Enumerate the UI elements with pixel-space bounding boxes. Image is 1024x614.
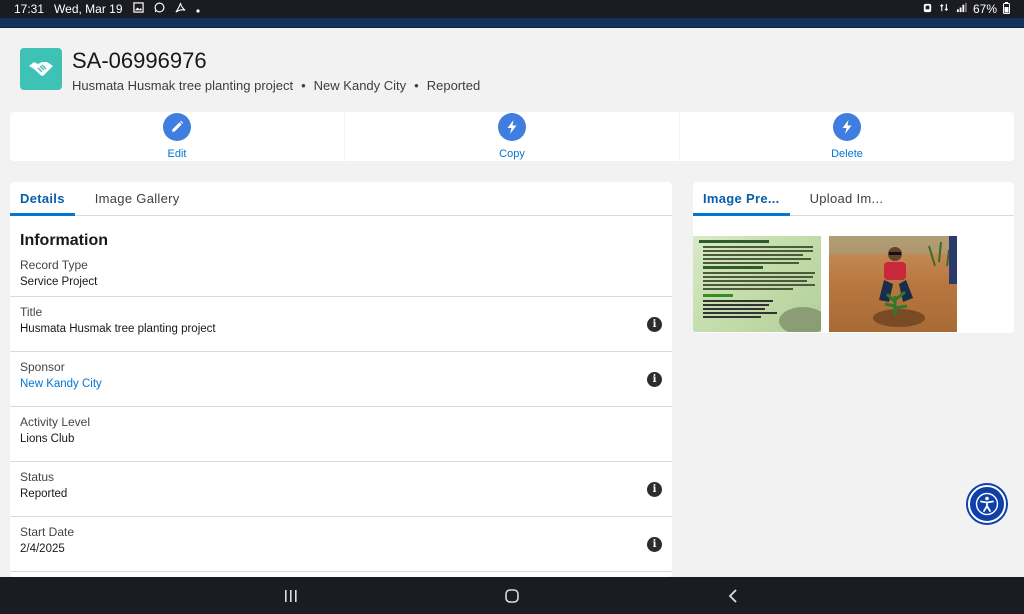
field-sponsor: Sponsor New Kandy City i <box>10 352 672 407</box>
system-navigation-bar <box>0 577 1024 614</box>
image-thumbnail-planting-photo[interactable] <box>829 236 957 332</box>
alarm-icon <box>922 2 933 16</box>
record-header: SA-06996976 Husmata Husmak tree planting… <box>0 28 1024 112</box>
record-subtitle: Husmata Husmak tree planting project • N… <box>72 78 480 93</box>
field-value: Lions Club <box>20 433 75 445</box>
subtitle-separator: • <box>301 78 306 93</box>
battery-percent: 67% <box>972 2 997 16</box>
field-label: Activity Level <box>20 415 91 429</box>
app-header-band <box>0 18 1024 28</box>
field-label: Title <box>20 305 43 319</box>
image-thumbnails <box>693 216 1014 332</box>
back-icon <box>729 588 737 603</box>
pdf-notification-icon <box>174 2 186 16</box>
tab-upload-image[interactable]: Upload Im... <box>800 182 894 215</box>
lightning-icon <box>833 113 861 141</box>
info-icon[interactable]: i <box>647 372 662 387</box>
subtitle-separator: • <box>414 78 419 93</box>
image-card: Image Pre... Upload Im... <box>693 182 1014 333</box>
field-activity-level: Activity Level Lions Club <box>10 407 672 462</box>
image-tabs: Image Pre... Upload Im... <box>693 182 1014 216</box>
data-signal-icon <box>939 2 950 16</box>
info-icon[interactable]: i <box>647 317 662 332</box>
field-label: Record Type <box>20 258 88 272</box>
action-bar: Edit Copy Delete <box>10 112 1014 161</box>
whatsapp-notification-icon <box>154 2 165 16</box>
field-value: Husmata Husmak tree planting project <box>20 323 216 335</box>
field-value: Service Project <box>20 276 98 288</box>
gallery-notification-icon <box>132 2 144 16</box>
field-label: Start Date <box>20 525 75 539</box>
copy-label: Copy <box>499 148 525 160</box>
image-thumbnail-document[interactable] <box>693 236 821 332</box>
recent-apps-icon <box>284 589 297 602</box>
more-notifications-dot-icon <box>195 2 200 16</box>
section-title-information[interactable]: Information <box>10 216 672 256</box>
handshake-icon <box>20 48 62 90</box>
system-status-bar: 17:31 Wed, Mar 19 67% <box>0 0 1024 18</box>
field-label: Sponsor <box>20 360 65 374</box>
home-icon <box>505 588 519 603</box>
status-date: Wed, Mar 19 <box>54 2 123 16</box>
battery-icon <box>1003 1 1010 17</box>
edit-button[interactable]: Edit <box>10 112 345 161</box>
subtitle-project: Husmata Husmak tree planting project <box>72 78 294 93</box>
copy-button[interactable]: Copy <box>345 112 680 161</box>
info-icon[interactable]: i <box>647 482 662 497</box>
status-time: 17:31 <box>14 2 45 16</box>
field-start-date: Start Date 2/4/2025 i <box>10 517 672 572</box>
tab-image-preview[interactable]: Image Pre... <box>693 182 790 216</box>
accessibility-button[interactable] <box>968 485 1006 523</box>
accessibility-icon <box>975 492 999 516</box>
edit-label: Edit <box>167 148 187 160</box>
field-value: 2/4/2025 <box>20 543 65 555</box>
details-tabs: Details Image Gallery <box>10 182 672 216</box>
cell-signal-icon <box>956 2 967 16</box>
lightning-icon <box>498 113 526 141</box>
field-value: Reported <box>20 488 68 500</box>
pencil-icon <box>163 113 191 141</box>
field-label: Status <box>20 470 55 484</box>
details-card: Details Image Gallery Information Record… <box>10 182 672 577</box>
home-button[interactable] <box>492 584 532 608</box>
field-title: Title Husmata Husmak tree planting proje… <box>10 297 672 352</box>
field-status: Status Reported i <box>10 462 672 517</box>
delete-label: Delete <box>831 148 863 160</box>
back-button[interactable] <box>713 584 753 608</box>
tab-details[interactable]: Details <box>10 182 75 216</box>
record-name: SA-06996976 <box>72 48 207 73</box>
delete-button[interactable]: Delete <box>680 112 1014 161</box>
field-record-type: Record Type Service Project <box>10 256 672 297</box>
info-icon[interactable]: i <box>647 537 662 552</box>
subtitle-status: Reported <box>426 78 481 93</box>
subtitle-sponsor: New Kandy City <box>313 78 407 93</box>
recent-apps-button[interactable] <box>271 584 311 608</box>
sponsor-link[interactable]: New Kandy City <box>20 378 662 390</box>
tab-image-gallery[interactable]: Image Gallery <box>85 182 190 215</box>
